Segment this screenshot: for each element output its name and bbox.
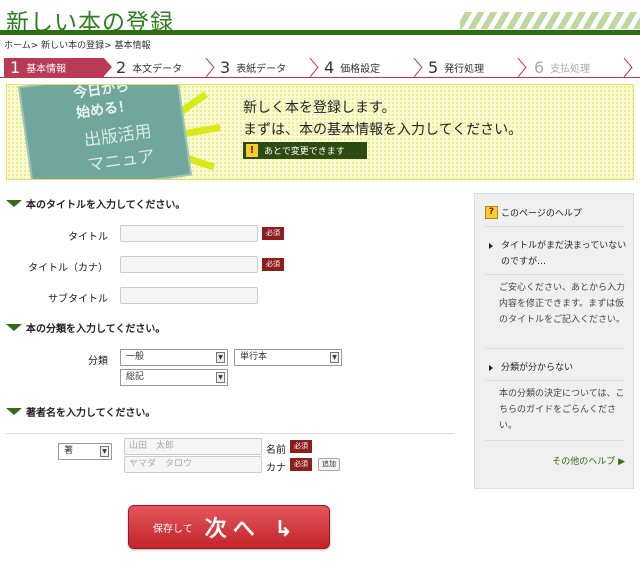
select-value: 総記 — [126, 372, 145, 382]
step-label: 本文データ — [132, 64, 183, 75]
step-5-publish[interactable]: 5 発行処理 — [428, 58, 484, 77]
help-divider — [485, 440, 625, 441]
subtitle-label: サブタイトル — [48, 294, 108, 305]
help-divider — [485, 274, 625, 275]
step-number: 1 — [10, 57, 21, 77]
step-tabs: 1 基本情報 2 本文データ 3 表紙データ 4 価格設定 5 発行処理 6 支… — [0, 58, 640, 78]
save-label: 保存して — [153, 523, 193, 535]
required-badge: 必須 — [290, 440, 312, 453]
dropdown-arrow-icon: ▼ — [100, 446, 109, 457]
step-label: 基本情報 — [26, 64, 67, 75]
section-category-heading: 本の分類を入力してください。 — [6, 320, 165, 335]
header-rule — [0, 30, 640, 35]
banner-headline: 新しく本を登録します。 — [243, 100, 396, 116]
intro-banner: 今日から 始める！ 出版活用 マニュア 新しく本を登録します。 まずは、本の基本… — [6, 84, 634, 180]
subtitle-input[interactable] — [120, 287, 258, 304]
section-triangle-icon — [6, 408, 22, 415]
steps-underline — [0, 77, 640, 78]
author-name-input[interactable]: 山田 太郎 — [124, 438, 262, 455]
format-select[interactable]: 単行本 ▼ — [234, 349, 342, 366]
help-question-category[interactable]: 分類が分からない — [489, 360, 629, 376]
step-separator-icon — [623, 58, 633, 77]
help-divider — [485, 226, 625, 227]
step-1-basic-info[interactable]: 1 基本情報 — [4, 57, 112, 77]
note-text: あとで変更できます — [264, 147, 345, 157]
book-cover-title: 出版活用 マニュア — [82, 117, 156, 176]
step-3-cover-data[interactable]: 3 表紙データ — [220, 58, 286, 77]
author-role-select[interactable]: 著 ▼ — [58, 443, 112, 460]
select-value: 一般 — [126, 352, 145, 362]
editable-later-note: ! あとで変更できます — [243, 142, 367, 159]
step-separator-icon — [205, 58, 215, 77]
step-2-text-data[interactable]: 2 本文データ — [116, 58, 182, 77]
step-number: 5 — [428, 57, 439, 77]
step-label: 価格設定 — [340, 64, 381, 75]
category-select[interactable]: 一般 ▼ — [120, 349, 228, 366]
add-author-button[interactable]: 追加 — [318, 458, 340, 471]
step-number: 3 — [220, 57, 231, 77]
exclamation-icon: ! — [246, 144, 258, 157]
help-answer-untitled: ご安心ください、あとから入力内容を修正できます。まずは仮のタイトルをご記入くださ… — [499, 283, 626, 325]
breadcrumb[interactable]: ホーム> 新しい本の登録> 基本情報 — [4, 38, 151, 51]
step-label: 発行処理 — [444, 64, 485, 75]
category-label: 分類 — [88, 356, 108, 367]
author-kana-label: カナ — [266, 463, 286, 474]
section-heading-text: 本のタイトルを入力してください。 — [26, 200, 186, 211]
required-badge: 必須 — [290, 458, 312, 471]
required-badge: 必須 — [262, 258, 284, 271]
step-number: 4 — [324, 57, 335, 77]
help-panel: ? このページのヘルプ タイトルがまだ決まっていないのですが… ご安心ください、… — [474, 193, 634, 489]
title-label: タイトル — [68, 232, 108, 243]
help-title-text: このページのヘルプ — [501, 209, 582, 219]
dropdown-arrow-icon: ▼ — [216, 352, 225, 363]
select-value: 著 — [64, 446, 74, 456]
section-title-heading: 本のタイトルを入力してください。 — [6, 196, 185, 211]
manual-book-image: 今日から 始める！ 出版活用 マニュア — [17, 85, 193, 179]
section-divider — [6, 433, 454, 434]
author-name-label: 名前 — [266, 445, 286, 456]
dropdown-arrow-icon: ▼ — [330, 352, 339, 363]
help-question-untitled[interactable]: タイトルがまだ決まっていないのですが… — [489, 238, 629, 270]
required-badge: 必須 — [262, 227, 284, 240]
question-icon: ? — [485, 206, 498, 219]
step-label: 支払処理 — [550, 64, 591, 75]
dropdown-arrow-icon: ▼ — [216, 372, 225, 383]
help-divider — [485, 348, 625, 349]
help-answer-category: 本の分類の決定については、こちらのガイドをごらんください。 — [499, 389, 625, 431]
more-help-link[interactable]: その他のヘルプ ▶ — [552, 454, 625, 467]
help-divider — [485, 380, 625, 381]
step-6-payment: 6 支払処理 — [534, 58, 590, 77]
step-separator-icon — [517, 58, 527, 77]
genre-select[interactable]: 総記 ▼ — [120, 369, 228, 386]
section-author-heading: 著者名を入力してください。 — [6, 404, 155, 419]
select-value: 単行本 — [240, 352, 268, 362]
section-triangle-icon — [6, 200, 22, 207]
title-input[interactable] — [120, 225, 258, 242]
step-number: 6 — [534, 57, 545, 77]
next-label: 次へ ↳ — [204, 517, 299, 542]
header-stripes — [460, 12, 640, 29]
title-kana-label: タイトル（カナ） — [28, 263, 108, 274]
banner-subline: まずは、本の基本情報を入力してください。 — [243, 122, 523, 138]
section-triangle-icon — [6, 324, 22, 331]
author-kana-input[interactable]: ヤマダ タロウ — [124, 456, 262, 473]
step-4-pricing[interactable]: 4 価格設定 — [324, 58, 380, 77]
step-separator-icon — [413, 58, 423, 77]
page-header: 新しい本の登録 — [0, 0, 640, 36]
step-number: 2 — [116, 57, 127, 77]
section-heading-text: 著者名を入力してください。 — [26, 408, 156, 419]
book-cover-text: 今日から 始める！ — [72, 85, 133, 123]
help-title: ? このページのヘルプ — [485, 206, 582, 219]
step-separator-icon — [309, 58, 319, 77]
title-kana-input[interactable] — [120, 256, 258, 273]
step-label: 表紙データ — [236, 64, 287, 75]
section-heading-text: 本の分類を入力してください。 — [26, 324, 166, 335]
save-and-next-button[interactable]: 保存して 次へ ↳ — [128, 505, 330, 549]
